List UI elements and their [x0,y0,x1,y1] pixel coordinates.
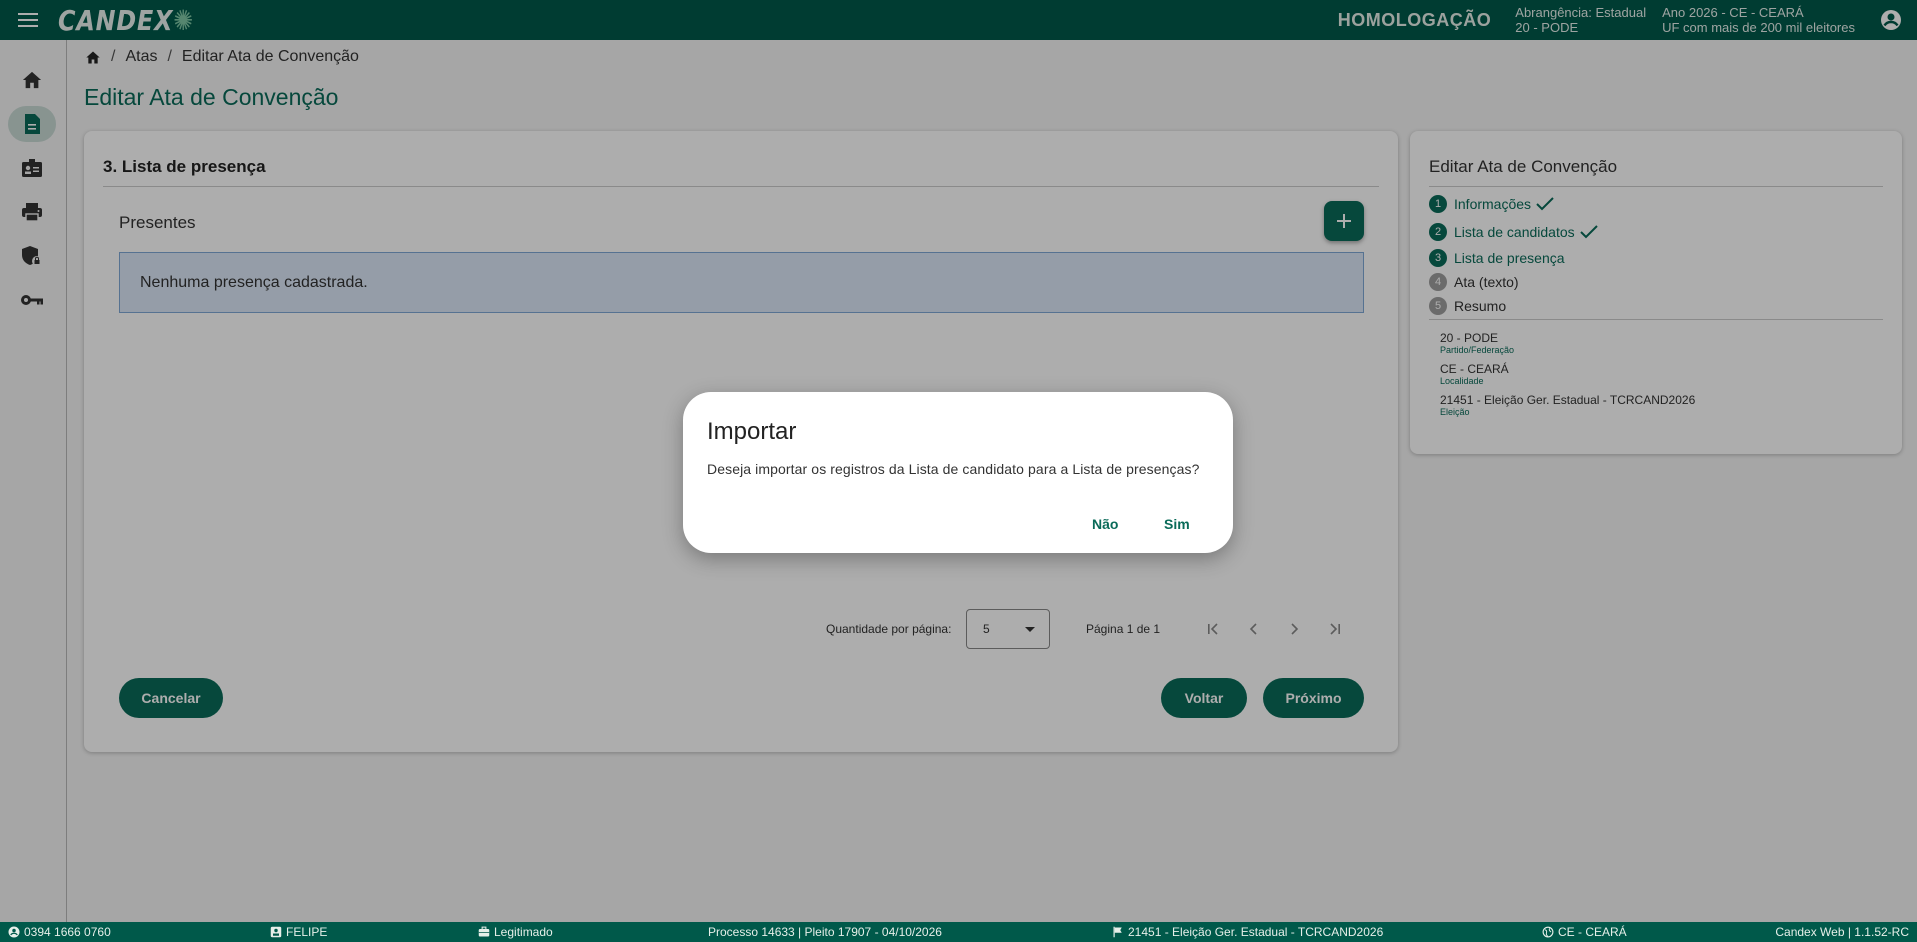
footer-process: Processo 14633 | Pleito 17907 - 04/10/20… [708,925,942,939]
account-circle-icon [8,926,20,938]
import-dialog: Importar Deseja importar os registros da… [683,392,1233,553]
footer-user: FELIPE [270,925,327,939]
dialog-message: Deseja importar os registros da Lista de… [707,461,1200,477]
no-button[interactable]: Não [1080,506,1130,542]
footer-phone: 0394 1666 0760 [8,925,111,939]
contact-card-icon [270,926,282,938]
yes-button[interactable]: Sim [1152,506,1202,542]
footer-election: 21451 - Eleição Ger. Estadual - TCRCAND2… [1112,925,1383,939]
footer-election-text: 21451 - Eleição Ger. Estadual - TCRCAND2… [1128,925,1384,939]
footer-process-text: Processo 14633 | Pleito 17907 - 04/10/20… [708,925,942,939]
footer-location-text: CE - CEARÁ [1558,925,1627,939]
globe-icon [1542,926,1554,938]
briefcase-icon [478,926,490,937]
footer-phone-text: 0394 1666 0760 [24,925,111,939]
footer-status: Legitimado [478,925,553,939]
flag-icon [1113,926,1122,938]
footer-status-text: Legitimado [494,925,553,939]
footer-user-text: FELIPE [286,925,328,939]
status-bar: 0394 1666 0760 FELIPE Legitimado Process… [0,922,1917,942]
dialog-title: Importar [707,418,797,445]
footer-version-text: Candex Web | 1.1.52-RC [1775,925,1909,939]
footer-location: CE - CEARÁ [1542,925,1627,939]
footer-version: Candex Web | 1.1.52-RC [1775,925,1909,939]
